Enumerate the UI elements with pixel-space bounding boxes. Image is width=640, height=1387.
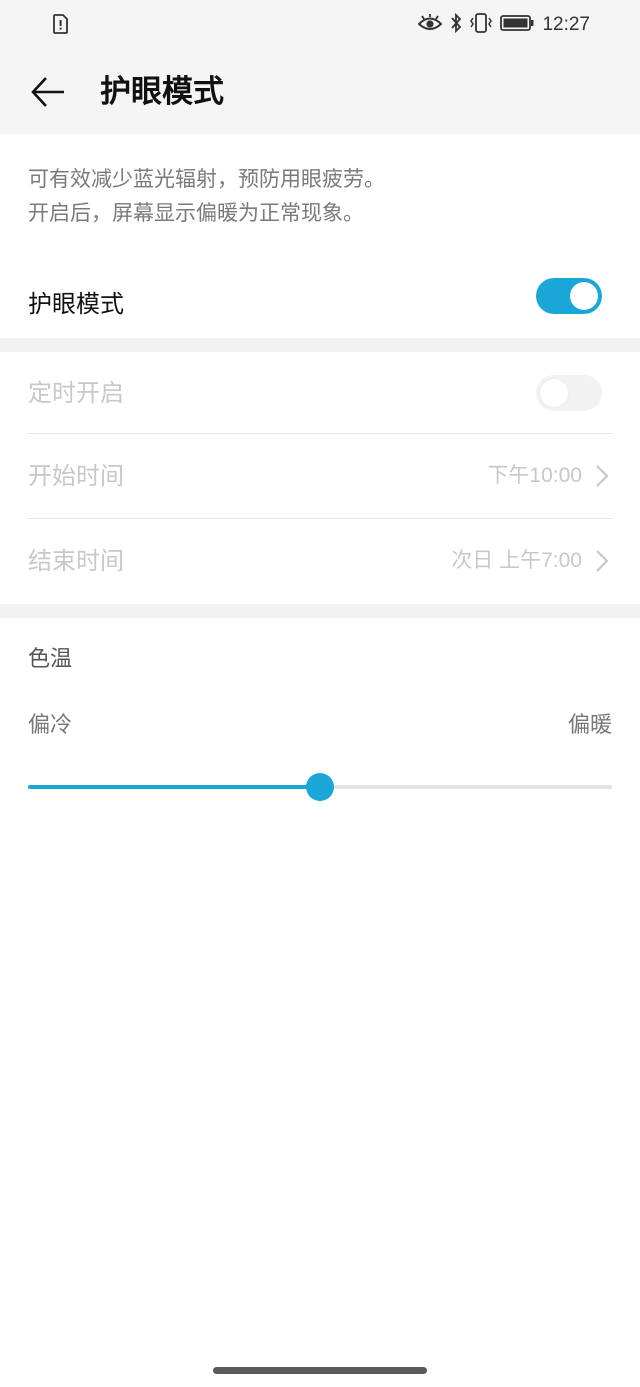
chevron-right-icon — [594, 463, 610, 489]
end-time-value: 次日 上午7:00 — [451, 549, 582, 572]
home-indicator[interactable] — [213, 1367, 427, 1374]
eye-mode-row[interactable]: 护眼模式 — [0, 270, 640, 338]
app-header: 护眼模式 — [0, 50, 640, 134]
slider-thumb[interactable] — [306, 773, 334, 801]
timer-label: 定时开启 — [28, 379, 124, 407]
schedule-section: 定时开启 开始时间 下午10:00 结束时间 次日 上午7:00 — [0, 352, 640, 604]
section-gap — [0, 604, 640, 618]
timer-row[interactable]: 定时开启 — [0, 352, 640, 434]
start-time-row[interactable]: 开始时间 下午10:00 — [0, 434, 640, 519]
timer-toggle[interactable] — [536, 375, 602, 411]
eye-mode-section: 可有效减少蓝光辐射，预防用眼疲劳。 开启后，屏幕显示偏暖为正常现象。 护眼模式 — [0, 134, 640, 338]
status-icons: 12:27 — [418, 12, 590, 38]
description-line-1: 可有效减少蓝光辐射，预防用眼疲劳。 — [28, 167, 385, 191]
slider-fill — [28, 785, 320, 789]
color-temperature-slider[interactable] — [28, 772, 612, 802]
eye-icon — [418, 14, 443, 36]
color-temperature-section: 色温 偏冷 偏暖 — [0, 618, 640, 838]
eye-care-settings-page: 12:27 护眼模式 可有效减少蓝光辐射，预防用眼疲劳。 开启后，屏幕显示偏暖为… — [0, 0, 640, 1387]
start-time-value: 下午10:00 — [487, 464, 582, 487]
description-text: 可有效减少蓝光辐射，预防用眼疲劳。 开启后，屏幕显示偏暖为正常现象。 — [28, 162, 385, 230]
end-time-label: 结束时间 — [28, 547, 124, 575]
eye-mode-toggle[interactable] — [536, 278, 602, 314]
section-gap — [0, 338, 640, 352]
bluetooth-icon — [450, 12, 462, 37]
description-line-2: 开启后，屏幕显示偏暖为正常现象。 — [28, 201, 364, 225]
status-time: 12:27 — [542, 14, 590, 35]
vibrate-icon — [470, 13, 493, 37]
back-button[interactable] — [28, 72, 68, 112]
page-title: 护眼模式 — [100, 74, 224, 110]
status-bar: 12:27 — [0, 0, 640, 50]
sim-alert-icon — [52, 14, 68, 34]
end-time-row[interactable]: 结束时间 次日 上午7:00 — [0, 519, 640, 604]
toggle-knob — [540, 379, 568, 407]
chevron-right-icon — [594, 548, 610, 574]
eye-mode-label: 护眼模式 — [28, 290, 124, 318]
start-time-label: 开始时间 — [28, 462, 124, 490]
cold-label: 偏冷 — [28, 713, 73, 738]
arrow-left-icon — [31, 77, 64, 107]
toggle-knob — [570, 282, 598, 310]
warm-label: 偏暖 — [567, 713, 612, 738]
color-temperature-title: 色温 — [28, 647, 73, 672]
battery-icon — [500, 14, 534, 36]
